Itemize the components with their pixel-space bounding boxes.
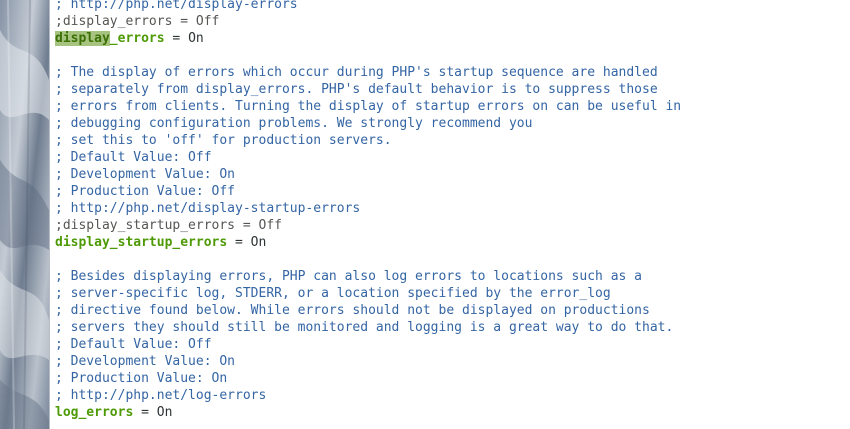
setting-value: On	[250, 235, 267, 250]
code-view[interactable]: ; http://php.net/display-errors ;display_…	[55, 0, 845, 421]
comment-text: ; Production Value: On	[55, 371, 228, 386]
code-line[interactable]: ; Development Value: On	[55, 166, 845, 183]
blank-line[interactable]	[55, 47, 845, 64]
code-line[interactable]: ; Besides displaying errors, PHP can als…	[55, 268, 845, 285]
setting-key: log_errors	[55, 405, 134, 420]
comment-text: ; http://php.net/display-errors	[55, 0, 298, 12]
search-match-highlight: display	[55, 31, 110, 46]
code-line[interactable]: ; servers they should still be monitored…	[55, 319, 845, 336]
setting-value: On	[156, 405, 173, 420]
code-line[interactable]: log_errors = On	[55, 404, 845, 421]
code-line[interactable]: ; debugging configuration problems. We s…	[55, 115, 845, 132]
setting-key: display_startup_errors	[55, 235, 228, 250]
setting-key: _errors	[109, 31, 165, 46]
code-line[interactable]: ; Development Value: On	[55, 353, 845, 370]
comment-text: ; Default Value: Off	[55, 150, 212, 165]
code-line[interactable]: ; Production Value: Off	[55, 183, 845, 200]
comment-text: ; separately from display_errors. PHP's …	[55, 82, 658, 97]
code-line[interactable]: ;display_errors = Off	[55, 13, 845, 30]
assignment-operator: =	[227, 235, 251, 250]
comment-text: ; Development Value: On	[55, 167, 236, 182]
code-line[interactable]: ; Default Value: Off	[55, 149, 845, 166]
comment-text: ; http://php.net/log-errors	[55, 388, 267, 403]
code-line[interactable]: display_startup_errors = On	[55, 234, 845, 251]
comment-text: ; Besides displaying errors, PHP can als…	[55, 269, 642, 284]
assignment-operator: =	[164, 31, 189, 46]
code-line[interactable]: ;display_startup_errors = Off	[55, 217, 845, 234]
code-line[interactable]: ; Default Value: Off	[55, 336, 845, 353]
desktop-background-strip	[0, 0, 49, 429]
code-line[interactable]: ; http://php.net/display-startup-errors	[55, 200, 845, 217]
comment-text: ; server-specific log, STDERR, or a loca…	[55, 286, 611, 301]
comment-text: ; debugging configuration problems. We s…	[55, 116, 533, 131]
comment-text: ; Production Value: Off	[55, 184, 236, 199]
code-line[interactable]: ; set this to 'off' for production serve…	[55, 132, 845, 149]
comment-text: ; Development Value: On	[55, 354, 236, 369]
comment-text: ; The display of errors which occur duri…	[55, 65, 658, 80]
assignment-operator: =	[133, 405, 157, 420]
code-line[interactable]: ; directive found below. While errors sh…	[55, 302, 845, 319]
code-line[interactable]: ; http://php.net/log-errors	[55, 387, 845, 404]
code-line[interactable]: ; separately from display_errors. PHP's …	[55, 81, 845, 98]
code-line[interactable]: display_errors = On	[55, 30, 845, 47]
code-line[interactable]: ; The display of errors which occur duri…	[55, 64, 845, 81]
comment-text: ; directive found below. While errors sh…	[55, 303, 650, 318]
comment-text: ; Default Value: Off	[55, 337, 212, 352]
comment-text: ; http://php.net/display-startup-errors	[55, 201, 361, 216]
commented-setting-text: ;display_errors = Off	[55, 14, 220, 29]
code-line[interactable]: ; errors from clients. Turning the displ…	[55, 98, 845, 115]
comment-text: ; servers they should still be monitored…	[55, 320, 674, 335]
screen: ; http://php.net/display-errors ;display_…	[0, 0, 850, 429]
comment-text: ; errors from clients. Turning the displ…	[55, 99, 682, 114]
blank-line[interactable]	[55, 251, 845, 268]
text-editor-pane[interactable]: ; http://php.net/display-errors ;display_…	[50, 0, 850, 429]
commented-setting-text: ;display_startup_errors = Off	[55, 218, 282, 233]
code-line[interactable]: ; server-specific log, STDERR, or a loca…	[55, 285, 845, 302]
comment-text: ; set this to 'off' for production serve…	[55, 133, 392, 148]
setting-value: On	[188, 31, 204, 46]
code-line[interactable]: ; Production Value: On	[55, 370, 845, 387]
wallpaper-image	[0, 0, 49, 429]
code-line[interactable]: ; http://php.net/display-errors	[55, 0, 845, 13]
